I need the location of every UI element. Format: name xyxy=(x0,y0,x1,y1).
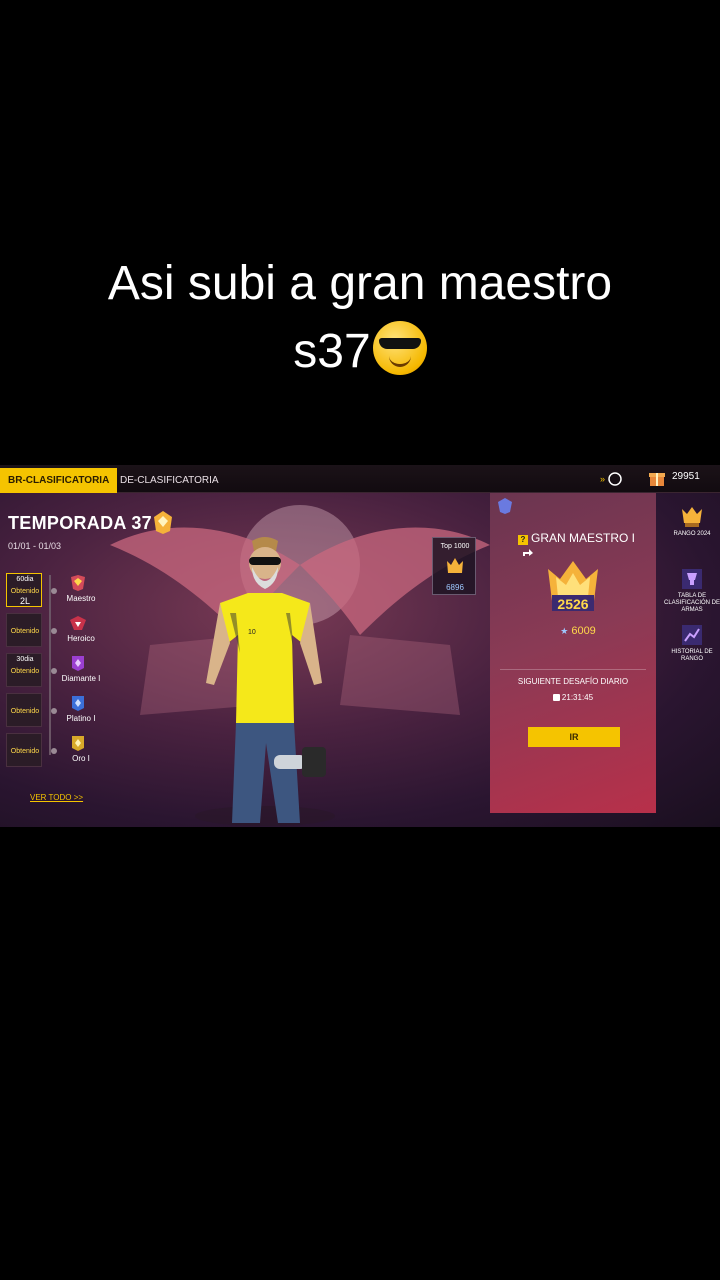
svg-text:»: » xyxy=(600,474,605,484)
rank-token-icon[interactable]: » xyxy=(600,471,622,487)
clock-icon xyxy=(552,694,560,701)
reward-status: Obtenido xyxy=(10,628,40,635)
top-rank-icon xyxy=(447,558,463,573)
rank-reward[interactable]: Obtenido xyxy=(6,733,42,767)
rank-name: Platino I xyxy=(66,714,96,723)
reward-status: Obtenido xyxy=(10,708,40,715)
help-icon[interactable]: ? xyxy=(518,535,528,545)
panel-divider xyxy=(500,669,646,670)
reward-status: Obtenido xyxy=(10,748,40,755)
maestro-rank-icon xyxy=(71,575,85,591)
tab-de-clasificatoria[interactable]: DE-CLASIFICATORIA xyxy=(112,468,227,493)
diamond-count: 29951 xyxy=(672,471,700,482)
heroico-rank-icon xyxy=(70,616,86,630)
rank-reward[interactable]: Obtenido xyxy=(6,613,42,647)
top-label: Top 1000 xyxy=(440,543,470,550)
rank-score: ★ 6009 xyxy=(550,625,606,637)
rank-title-text: GRAN MAESTRO I xyxy=(531,531,636,545)
top-bar: BR-CLASIFICATORIA DE-CLASIFICATORIA » 29… xyxy=(0,465,720,493)
rank-row-oro[interactable]: Obtenido Oro I xyxy=(4,731,104,769)
tab-br-clasificatoria[interactable]: BR-CLASIFICATORIA xyxy=(0,468,118,493)
history-chart-icon xyxy=(682,625,702,645)
reward-code: 2L xyxy=(19,596,30,606)
svg-text:10: 10 xyxy=(248,629,256,636)
gift-box-icon[interactable] xyxy=(648,470,666,487)
rank-row-heroico[interactable]: Obtenido Heroico xyxy=(4,611,104,649)
sidebar-label: RANGO 2024 xyxy=(673,531,711,537)
daily-time-value: 21:31:45 xyxy=(561,693,594,702)
rank-reward[interactable]: Obtenido xyxy=(6,693,42,727)
rank-row-platino[interactable]: Obtenido Platino I xyxy=(4,691,104,729)
video-caption: Asi subi a gran maestro s37 xyxy=(0,250,720,386)
rank-score-value: 6009 xyxy=(571,625,596,637)
badge-number: 2526 xyxy=(557,596,589,612)
season-title: TEMPORADA 37 xyxy=(8,513,152,533)
platino-rank-icon xyxy=(72,696,84,711)
oro-rank-icon xyxy=(72,736,84,751)
reward-status: Obtenido xyxy=(10,668,40,675)
share-icon[interactable] xyxy=(522,547,534,557)
leaderboard-trophy-icon xyxy=(682,569,702,589)
rango-trophy-icon xyxy=(682,507,702,527)
reward-days: 60dia xyxy=(16,576,34,583)
rank-reward[interactable]: 30dia Obtenido xyxy=(6,653,42,687)
caption-line-1: Asi subi a gran maestro xyxy=(107,257,613,310)
diamante-rank-icon xyxy=(72,656,84,671)
daily-challenge-timer: 21:31:45 xyxy=(490,693,656,702)
rank-name: Maestro xyxy=(66,594,96,603)
sidebar-label: TABLA DE CLASIFICACIÓN DE ARMAS xyxy=(664,593,720,613)
season-badge-icon[interactable] xyxy=(150,509,176,535)
rank-name: Oro I xyxy=(72,754,90,763)
daily-challenge-label: SIGUIENTE DESAFÍO DIARIO xyxy=(517,677,629,686)
panel-emblem-icon xyxy=(498,498,512,514)
ver-todo-link[interactable]: VER TODO >> xyxy=(30,793,83,802)
reward-status: Obtenido xyxy=(10,588,40,595)
caption-line-2: s37 xyxy=(293,325,371,378)
rank-name: Diamante I xyxy=(61,674,101,683)
rank-row-diamante[interactable]: 30dia Obtenido Diamante I xyxy=(4,651,104,689)
rank-reward[interactable]: 60dia Obtenido 2L xyxy=(6,573,42,607)
sidebar-label: HISTORIAL DE RANGO xyxy=(671,649,713,662)
sunglasses-emoji-icon xyxy=(372,321,427,375)
star-icon: ★ xyxy=(560,626,569,636)
reward-days: 30dia xyxy=(16,656,34,663)
rank-name: Heroico xyxy=(67,634,95,643)
rank-panel: ? GRAN MAESTRO I 2526 ★ 6009 SIGUIENTE DE… xyxy=(490,493,656,813)
rank-row-maestro[interactable]: 60dia Obtenido 2L Maestro xyxy=(4,571,104,609)
top-1000-box[interactable]: Top 1000 6896 xyxy=(432,537,476,595)
sidebar-item-rango-2024[interactable]: RANGO 2024 xyxy=(664,505,720,538)
season-dates: 01/01 - 01/03 xyxy=(8,541,62,551)
game-screen: BR-CLASIFICATORIA DE-CLASIFICATORIA » 29… xyxy=(0,465,720,827)
player-character: 10 xyxy=(195,537,335,826)
top-value: 6896 xyxy=(446,583,464,592)
ir-button[interactable]: IR xyxy=(528,727,620,747)
sidebar-item-tabla-armas[interactable]: TABLA DE CLASIFICACIÓN DE ARMAS xyxy=(664,567,720,614)
sidebar-item-historial-rango[interactable]: HISTORIAL DE RANGO xyxy=(664,623,720,663)
